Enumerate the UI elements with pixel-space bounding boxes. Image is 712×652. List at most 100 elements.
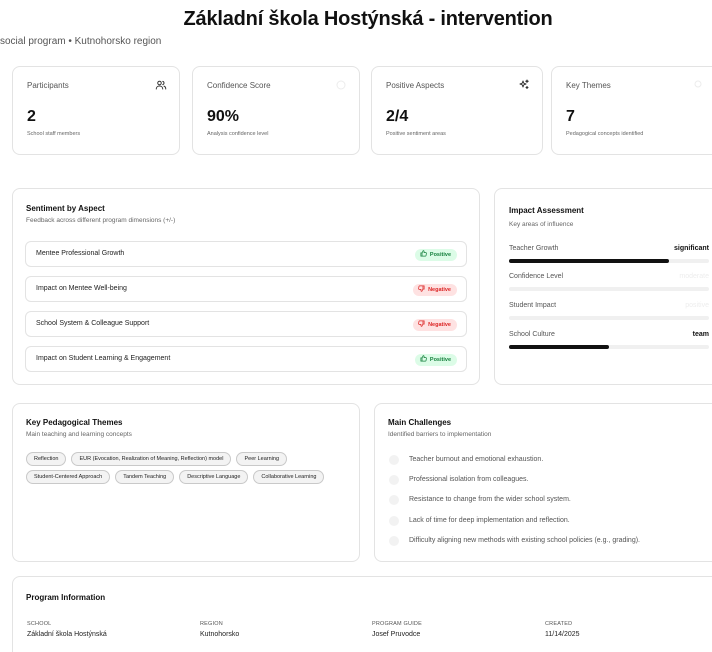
impact-bar-track <box>509 345 709 349</box>
impact-bar-fill <box>509 259 669 263</box>
bullet-icon <box>389 475 399 485</box>
lightbulb-icon <box>694 80 702 88</box>
sparkles-icon <box>519 79 529 89</box>
impact-panel: Impact Assessment Key areas of influence… <box>494 188 712 385</box>
impact-bar-track <box>509 316 709 320</box>
info-field-value: Základní škola Hostýnská <box>27 631 107 638</box>
program-info-panel: Program Information SCHOOL Základní škol… <box>12 576 712 652</box>
challenges-title: Main Challenges <box>388 418 452 427</box>
challenge-text: Difficulty aligning new methods with exi… <box>409 537 640 544</box>
sentiment-panel: Sentiment by Aspect Feedback across diff… <box>12 188 480 385</box>
stat-value: 2/4 <box>386 108 409 125</box>
bullet-icon <box>389 516 399 526</box>
impact-row: Confidence Level moderate <box>509 273 709 291</box>
impact-value: team <box>692 331 709 338</box>
program-info-title: Program Information <box>26 593 106 602</box>
themes-panel: Key Pedagogical Themes Main teaching and… <box>12 403 360 562</box>
stat-label: Positive Aspects <box>386 81 445 90</box>
info-field-school: SCHOOL Základní škola Hostýnská <box>27 621 107 638</box>
thumbs-up-icon <box>420 250 427 257</box>
theme-tag: Tandem Teaching <box>115 470 175 484</box>
impact-row: School Culture team <box>509 331 709 349</box>
info-field-label: CREATED <box>545 621 573 627</box>
negative-badge: Negative <box>413 284 457 296</box>
aspect-label: Impact on Mentee Well-being <box>36 285 127 292</box>
stat-card-key-themes: Key Themes 7 Pedagogical concepts identi… <box>551 66 712 155</box>
stat-card-participants: Participants 2 School staff members <box>12 66 180 155</box>
impact-title: Impact Assessment <box>509 206 584 215</box>
info-field-label: REGION <box>200 621 223 627</box>
impact-subtitle: Key areas of influence <box>509 221 574 228</box>
stat-caption: Pedagogical concepts identified <box>566 131 644 137</box>
positive-badge: Positive <box>414 354 457 366</box>
stat-caption: School staff members <box>27 131 81 137</box>
stat-value: 2 <box>27 108 36 125</box>
bullet-icon <box>389 495 399 505</box>
aspect-row: Mentee Professional Growth Positive <box>25 241 467 267</box>
aspect-row: Impact on Mentee Well-being Negative <box>25 276 467 302</box>
negative-badge: Negative <box>413 319 457 331</box>
challenge-text: Resistance to change from the wider scho… <box>409 496 571 503</box>
impact-row: Student Impact positive <box>509 302 709 320</box>
impact-row: Teacher Growth significant <box>509 245 709 263</box>
positive-badge: Positive <box>414 249 457 261</box>
info-field-region: REGION Kutnohorsko <box>200 621 239 638</box>
sentiment-subtitle: Feedback across different program dimens… <box>26 217 176 224</box>
stat-card-positive-aspects: Positive Aspects 2/4 Positive sentiment … <box>371 66 543 155</box>
theme-tag: Collaborative Learning <box>253 470 325 484</box>
info-field-label: PROGRAM GUIDE <box>372 621 422 627</box>
impact-bar-fill <box>509 345 609 349</box>
aspect-row: School System & Colleague Support Negati… <box>25 311 467 337</box>
aspect-label: Mentee Professional Growth <box>36 250 125 257</box>
challenge-text: Teacher burnout and emotional exhaustion… <box>409 456 544 463</box>
info-field-value: Josef Pruvodce <box>372 631 421 638</box>
aspect-label: School System & Colleague Support <box>36 320 150 327</box>
info-field-value: Kutnohorsko <box>200 631 240 638</box>
themes-title: Key Pedagogical Themes <box>26 418 123 427</box>
aspect-label: Impact on Student Learning & Engagement <box>36 355 171 362</box>
impact-bar-track <box>509 259 709 263</box>
stat-value: 90% <box>207 108 240 125</box>
challenge-text: Lack of time for deep implementation and… <box>409 517 570 524</box>
stat-label: Participants <box>27 81 69 90</box>
challenges-subtitle: Identified barriers to implementation <box>388 431 492 438</box>
sentiment-title: Sentiment by Aspect <box>26 204 105 213</box>
bullet-icon <box>389 455 399 465</box>
impact-bar-track <box>509 287 709 291</box>
aspect-row: Impact on Student Learning & Engagement … <box>25 346 467 372</box>
info-field-label: SCHOOL <box>27 621 52 627</box>
badge-label: Negative <box>428 322 451 328</box>
theme-tag: EUR (Evocation, Realization of Meaning, … <box>71 452 232 466</box>
gauge-icon <box>336 80 346 90</box>
challenge-text: Professional isolation from colleagues. <box>409 476 529 483</box>
thumbs-down-icon <box>418 320 425 327</box>
impact-label: School Culture <box>509 331 555 338</box>
themes-subtitle: Main teaching and learning concepts <box>26 431 132 438</box>
thumbs-down-icon <box>418 285 425 292</box>
impact-value: positive <box>685 302 709 309</box>
theme-tag: Student-Centered Approach <box>26 470 111 484</box>
badge-label: Positive <box>429 252 451 258</box>
info-field-program-guide: PROGRAM GUIDE Josef Pruvodce <box>372 621 422 638</box>
stat-caption: Positive sentiment areas <box>386 131 446 137</box>
stat-label: Key Themes <box>566 81 611 90</box>
info-field-created: CREATED 11/14/2025 <box>545 621 580 638</box>
badge-label: Negative <box>428 287 451 293</box>
theme-tag: Peer Learning <box>236 452 288 466</box>
users-icon <box>155 80 167 90</box>
thumbs-up-icon <box>420 355 427 362</box>
impact-value: moderate <box>679 273 709 280</box>
info-field-value: 11/14/2025 <box>545 631 580 638</box>
badge-label: Positive <box>429 357 451 363</box>
page-subtitle: social program • Kutnohorsko region <box>0 36 162 47</box>
theme-tag: Reflection <box>26 452 67 466</box>
stat-label: Confidence Score <box>207 81 271 90</box>
bullet-icon <box>389 536 399 546</box>
challenges-panel: Main Challenges Identified barriers to i… <box>374 403 712 562</box>
stat-card-confidence: Confidence Score 90% Analysis confidence… <box>192 66 360 155</box>
impact-value: significant <box>673 245 709 252</box>
stat-value: 7 <box>566 108 575 125</box>
themes-tag-list: Reflection EUR (Evocation, Realization o… <box>26 452 356 484</box>
impact-label: Student Impact <box>509 302 557 309</box>
page-title: Základní škola Hostýnská - intervention <box>183 8 553 30</box>
